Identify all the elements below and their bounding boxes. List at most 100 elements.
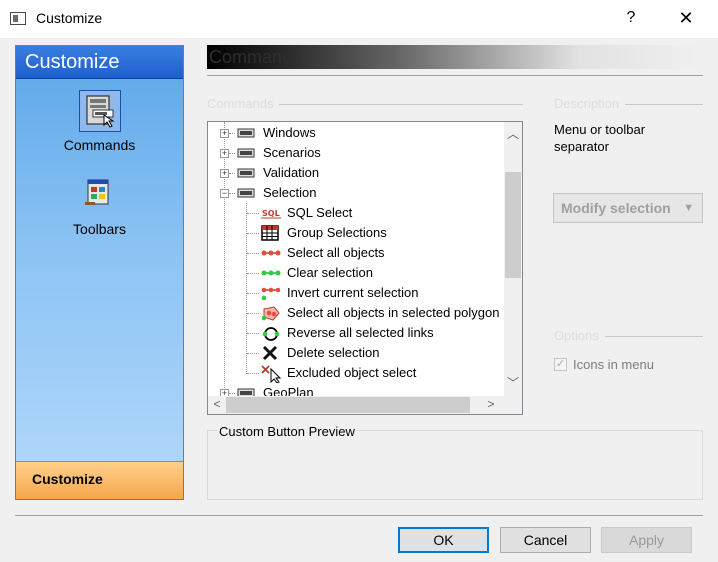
expand-toggle[interactable]: + — [220, 389, 229, 396]
tree-guide-line — [247, 233, 259, 234]
help-button[interactable]: ? — [624, 9, 638, 27]
menu-bar-icon — [237, 385, 255, 396]
tree-guide-line — [247, 213, 259, 214]
tree-guide-line — [247, 313, 259, 314]
tree-item-label: Invert current selection — [287, 285, 419, 300]
tree-node-scenarios[interactable]: + Scenarios — [208, 143, 504, 163]
menu-bar-icon — [237, 165, 255, 181]
cancel-button[interactable]: Cancel — [500, 527, 591, 553]
tree-guide-line — [229, 153, 235, 154]
menu-bar-icon — [237, 125, 255, 141]
delete-x-icon — [261, 345, 279, 361]
tree-guide-line — [247, 273, 259, 274]
tree-node-windows[interactable]: + Windows — [208, 123, 504, 143]
tree-guide-line — [229, 133, 235, 134]
sidebar-item-label: Commands — [63, 137, 136, 153]
apply-button[interactable]: Apply — [601, 527, 692, 553]
section-title: Commands — [207, 45, 703, 69]
window-app-icon — [10, 12, 26, 25]
close-button[interactable]: ✕ — [677, 8, 695, 29]
custom-button-preview-label: Custom Button Preview — [217, 424, 357, 439]
title-bar: Customize ? ✕ — [0, 0, 718, 38]
tree-node-validation[interactable]: + Validation — [208, 163, 504, 183]
horizontal-scroll-thumb[interactable] — [226, 397, 470, 413]
scroll-up-icon[interactable]: ︿ — [504, 125, 522, 142]
tree-item-select-all-objects[interactable]: Select all objects — [208, 243, 504, 263]
tree-node-label: Windows — [263, 125, 316, 140]
tree-item-reverse-links[interactable]: Reverse all selected links — [208, 323, 504, 343]
scroll-right-icon[interactable]: > — [482, 397, 500, 411]
select-all-objects-icon — [261, 245, 281, 261]
invert-selection-icon — [261, 285, 281, 301]
tree-item-label: Select all objects in selected polygon — [287, 305, 500, 320]
tree-guide-line — [229, 173, 235, 174]
polygon-select-icon — [261, 305, 280, 321]
tree-guide-line — [247, 373, 259, 374]
collapse-toggle[interactable]: − — [220, 189, 229, 198]
sidebar-footer[interactable]: Customize — [16, 461, 183, 499]
custom-button-preview-panel — [207, 430, 703, 500]
tree-item-label: Group Selections — [287, 225, 387, 240]
expand-toggle[interactable]: + — [220, 169, 229, 178]
tree-item-clear-selection[interactable]: Clear selection — [208, 263, 504, 283]
icons-in-menu-checkbox[interactable]: ✓ — [554, 358, 567, 371]
divider — [207, 75, 703, 76]
tree-node-selection[interactable]: − Selection — [208, 183, 504, 203]
svg-text:SQL: SQL — [262, 209, 280, 218]
menu-bar-icon — [237, 185, 255, 201]
modify-selection-button[interactable]: Modify selection ▼ — [553, 193, 703, 223]
scroll-left-icon[interactable]: < — [208, 397, 226, 411]
tree-guide-line — [247, 253, 259, 254]
sql-icon: SQL — [261, 205, 281, 221]
scroll-corner — [504, 396, 522, 414]
ok-button[interactable]: OK — [398, 527, 489, 553]
tree-item-invert-selection[interactable]: Invert current selection — [208, 283, 504, 303]
customize-sidebar: Customize Commands Toolbars Customize — [15, 45, 184, 500]
tree-node-label: GeoPlan — [263, 385, 314, 396]
sidebar-item-commands[interactable]: Commands — [16, 90, 183, 153]
tree-horizontal-scrollbar[interactable]: < > — [208, 396, 504, 414]
tree-item-label: Reverse all selected links — [287, 325, 434, 340]
tree-item-select-in-polygon[interactable]: Select all objects in selected polygon — [208, 303, 504, 323]
sidebar-item-toolbars[interactable]: Toolbars — [16, 174, 183, 237]
description-group-label: Description — [554, 96, 626, 111]
tree-guide-line — [247, 353, 259, 354]
tree-guide-line — [229, 393, 235, 394]
commands-group-label: Commands — [207, 96, 280, 111]
expand-toggle[interactable]: + — [220, 149, 229, 158]
tree-item-delete-selection[interactable]: Delete selection — [208, 343, 504, 363]
commands-tree[interactable]: + Windows + Scenarios + Validation − Sel… — [207, 121, 523, 415]
scroll-down-icon[interactable]: ﹀ — [504, 374, 522, 391]
icons-in-menu-label: Icons in menu — [573, 357, 654, 372]
reverse-links-icon — [261, 325, 280, 341]
clear-selection-icon — [261, 265, 281, 281]
modify-selection-label: Modify selection — [561, 200, 671, 216]
tree-item-group-selections[interactable]: Group Selections — [208, 223, 504, 243]
tree-item-label: Excluded object select — [287, 365, 417, 380]
tree-node-label: Scenarios — [263, 145, 321, 160]
excluded-select-icon — [261, 365, 282, 384]
commands-icon — [78, 90, 121, 132]
tree-item-label: Delete selection — [287, 345, 380, 360]
tree-vertical-scrollbar[interactable]: ︿ ﹀ — [504, 122, 522, 396]
tree-item-label: SQL Select — [287, 205, 353, 220]
menu-bar-icon — [237, 145, 255, 161]
tree-item-excluded-select[interactable]: Excluded object select — [208, 363, 504, 384]
sidebar-item-label: Toolbars — [73, 221, 126, 237]
divider — [15, 515, 703, 516]
tree-node-label: Validation — [263, 165, 320, 180]
table-grid-icon — [261, 225, 279, 241]
window-title: Customize — [36, 10, 103, 26]
expand-toggle[interactable]: + — [220, 129, 229, 138]
tree-guide-line — [229, 193, 235, 194]
tree-item-label: Select all objects — [287, 245, 385, 260]
chevron-down-icon: ▼ — [683, 202, 694, 214]
tree-node-geoplan[interactable]: + GeoPlan — [208, 383, 504, 396]
tree-item-sql-select[interactable]: SQL SQL Select — [208, 203, 504, 223]
options-group-label: Options — [554, 328, 605, 343]
tree-item-label: Clear selection — [287, 265, 373, 280]
vertical-scroll-thumb[interactable] — [505, 172, 521, 278]
tree-guide-line — [247, 293, 259, 294]
tree-node-label: Selection — [263, 185, 317, 200]
description-text: Menu or toolbar separator — [554, 122, 646, 154]
